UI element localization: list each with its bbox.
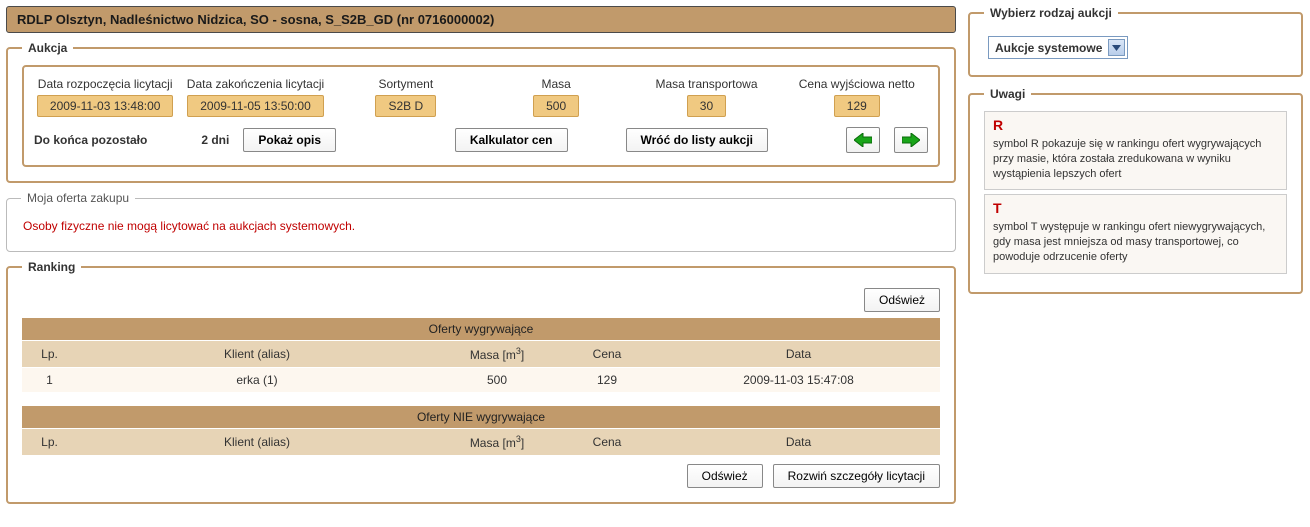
- value-end: 2009-11-05 13:50:00: [187, 95, 324, 117]
- refresh-button-top[interactable]: Odśwież: [864, 288, 940, 312]
- refresh-button-bottom[interactable]: Odśwież: [687, 464, 763, 488]
- col-masa: Masa [m3]: [437, 429, 557, 456]
- field-sortyment: Sortyment S2B D: [335, 77, 477, 117]
- label-masa: Masa: [485, 77, 627, 91]
- col-cena: Cena: [557, 429, 657, 456]
- label-masa-transport: Masa transportowa: [635, 77, 777, 91]
- col-data: Data: [657, 429, 940, 456]
- arrow-left-icon: [854, 133, 872, 147]
- table-row: 1 erka (1) 500 129 2009-11-03 15:47:08: [22, 368, 940, 393]
- note-item: R symbol R pokazuje się w rankingu ofert…: [984, 111, 1287, 190]
- col-lp: Lp.: [22, 341, 77, 368]
- value-masa-transport: 30: [687, 95, 726, 117]
- note-text: symbol T występuje w rankingu ofert niew…: [993, 220, 1278, 265]
- note-item: T symbol T występuje w rankingu ofert ni…: [984, 194, 1287, 273]
- cell-data: 2009-11-03 15:47:08: [657, 368, 940, 393]
- next-auction-button[interactable]: [894, 127, 928, 153]
- value-start: 2009-11-03 13:48:00: [37, 95, 174, 117]
- col-klient: Klient (alias): [77, 341, 437, 368]
- show-description-button[interactable]: Pokaż opis: [243, 128, 336, 152]
- value-cena: 129: [834, 95, 880, 117]
- price-calculator-button[interactable]: Kalkulator cen: [455, 128, 568, 152]
- field-masa-transport: Masa transportowa 30: [635, 77, 777, 117]
- my-offer-panel: Moja oferta zakupu Osoby fizyczne nie mo…: [6, 191, 956, 252]
- col-klient: Klient (alias): [77, 429, 437, 456]
- losing-caption: Oferty NIE wygrywające: [22, 406, 940, 429]
- field-end: Data zakończenia licytacji 2009-11-05 13…: [184, 77, 326, 117]
- cell-lp: 1: [22, 368, 77, 393]
- label-start: Data rozpoczęcia licytacji: [34, 77, 176, 91]
- ranking-legend: Ranking: [22, 260, 81, 274]
- label-cena: Cena wyjściowa netto: [786, 77, 928, 91]
- note-symbol: T: [993, 199, 1278, 218]
- auction-type-select[interactable]: Aukcje systemowe: [988, 36, 1128, 59]
- winning-caption: Oferty wygrywające: [22, 318, 940, 341]
- chevron-down-icon: [1108, 39, 1125, 56]
- auction-type-legend: Wybierz rodzaj aukcji: [984, 6, 1118, 20]
- prev-auction-button[interactable]: [846, 127, 880, 153]
- my-offer-message: Osoby fizyczne nie mogą licytować na auk…: [21, 215, 941, 237]
- expand-details-button[interactable]: Rozwiń szczegóły licytacji: [773, 464, 940, 488]
- value-sortyment: S2B D: [375, 95, 436, 117]
- ranking-panel: Ranking Odśwież Oferty wygrywające Lp. K…: [6, 260, 956, 504]
- auction-type-selected: Aukcje systemowe: [995, 41, 1102, 55]
- cell-masa: 500: [437, 368, 557, 393]
- col-masa: Masa [m3]: [437, 341, 557, 368]
- label-end: Data zakończenia licytacji: [184, 77, 326, 91]
- col-lp: Lp.: [22, 429, 77, 456]
- aukcja-panel: Aukcja Data rozpoczęcia licytacji 2009-1…: [6, 41, 956, 183]
- value-masa: 500: [533, 95, 579, 117]
- remaining-label: Do końca pozostało: [34, 133, 147, 147]
- winning-offers-table: Oferty wygrywające Lp. Klient (alias) Ma…: [22, 318, 940, 392]
- auction-type-panel: Wybierz rodzaj aukcji Aukcje systemowe: [968, 6, 1303, 77]
- note-text: symbol R pokazuje się w rankingu ofert w…: [993, 137, 1278, 182]
- losing-offers-table: Oferty NIE wygrywające Lp. Klient (alias…: [22, 406, 940, 456]
- notes-panel: Uwagi R symbol R pokazuje się w rankingu…: [968, 87, 1303, 294]
- page-title: RDLP Olsztyn, Nadleśnictwo Nidzica, SO -…: [6, 6, 956, 33]
- arrow-right-icon: [902, 133, 920, 147]
- field-masa: Masa 500: [485, 77, 627, 117]
- aukcja-legend: Aukcja: [22, 41, 73, 55]
- col-cena: Cena: [557, 341, 657, 368]
- cell-klient: erka (1): [77, 368, 437, 393]
- field-start: Data rozpoczęcia licytacji 2009-11-03 13…: [34, 77, 176, 117]
- remaining-value: 2 dni: [201, 133, 229, 147]
- label-sortyment: Sortyment: [335, 77, 477, 91]
- col-data: Data: [657, 341, 940, 368]
- note-symbol: R: [993, 116, 1278, 135]
- cell-cena: 129: [557, 368, 657, 393]
- field-cena: Cena wyjściowa netto 129: [786, 77, 928, 117]
- notes-legend: Uwagi: [984, 87, 1031, 101]
- back-to-list-button[interactable]: Wróć do listy aukcji: [626, 128, 768, 152]
- my-offer-legend: Moja oferta zakupu: [21, 191, 135, 205]
